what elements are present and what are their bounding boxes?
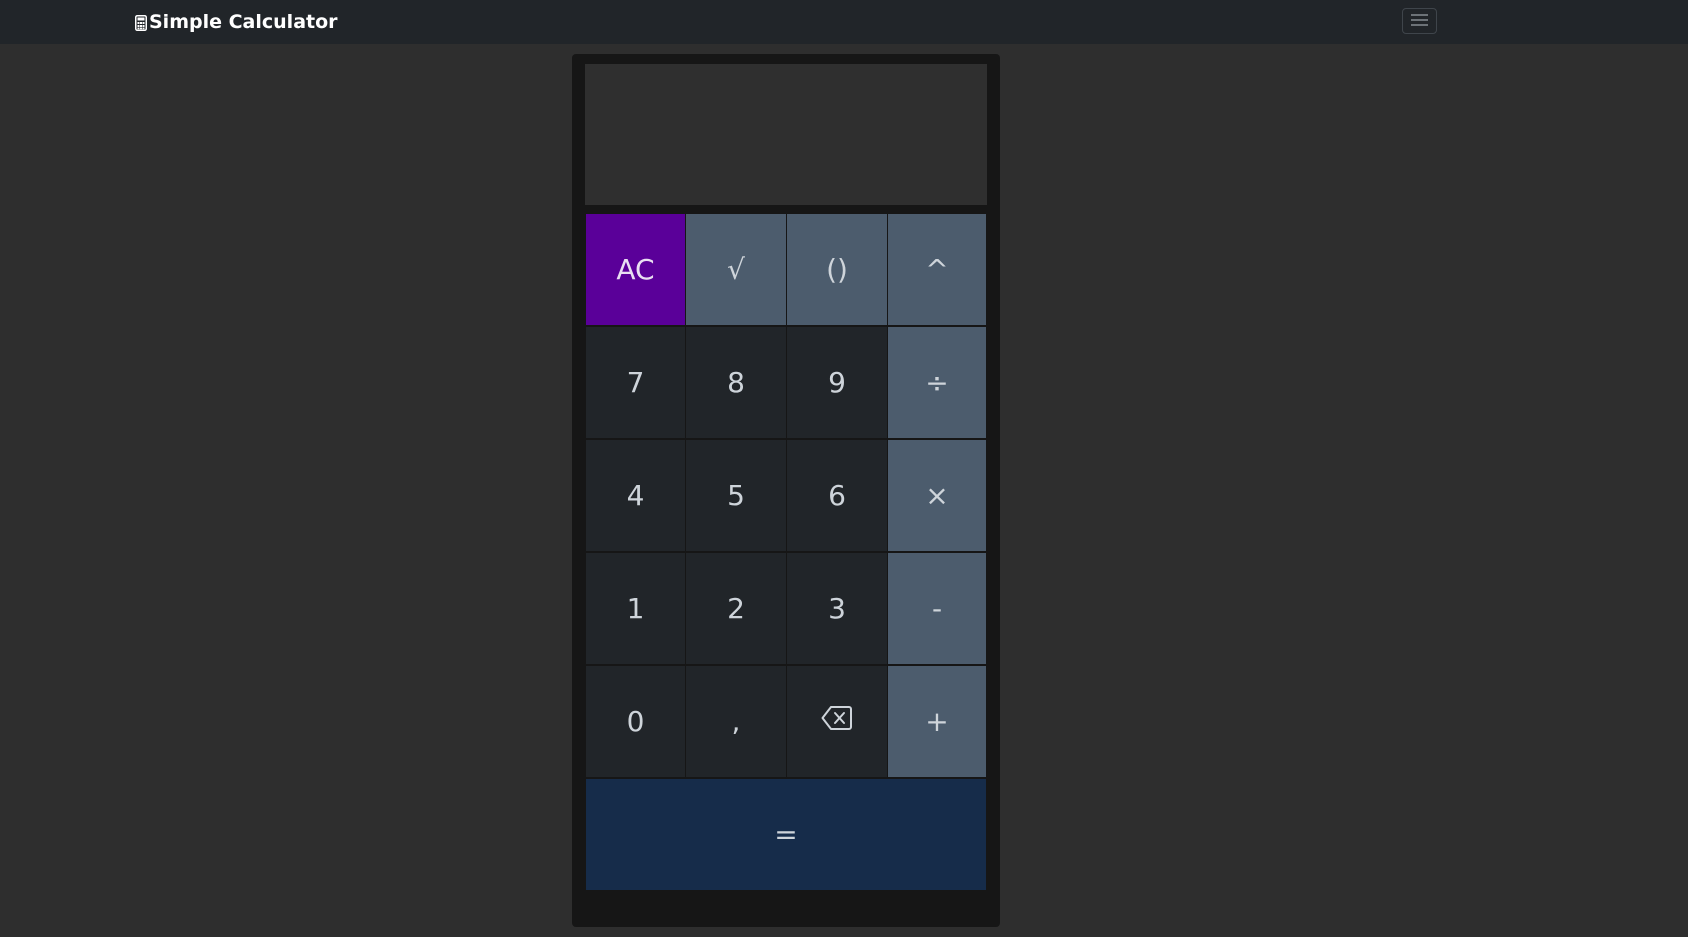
- equals-button[interactable]: =: [586, 779, 986, 890]
- plus-button[interactable]: +: [888, 666, 986, 777]
- brand-label: Simple Calculator: [149, 11, 338, 33]
- navbar-brand[interactable]: Simple Calculator: [135, 0, 338, 44]
- digit-6-button[interactable]: 6: [787, 440, 887, 551]
- parentheses-button[interactable]: (): [787, 214, 887, 325]
- digit-4-button[interactable]: 4: [586, 440, 685, 551]
- digit-8-button[interactable]: 8: [686, 327, 786, 438]
- digit-3-button[interactable]: 3: [787, 553, 887, 664]
- backspace-icon: [821, 704, 853, 739]
- digit-9-button[interactable]: 9: [787, 327, 887, 438]
- sqrt-button[interactable]: √: [686, 214, 786, 325]
- digit-0-button[interactable]: 0: [586, 666, 685, 777]
- calculator-display: [585, 64, 987, 205]
- comma-button[interactable]: ,: [686, 666, 786, 777]
- navbar: Simple Calculator: [0, 0, 1688, 44]
- digit-2-button[interactable]: 2: [686, 553, 786, 664]
- digit-1-button[interactable]: 1: [586, 553, 685, 664]
- divide-button[interactable]: ÷: [888, 327, 986, 438]
- digit-7-button[interactable]: 7: [586, 327, 685, 438]
- power-button[interactable]: ^: [888, 214, 986, 325]
- hamburger-menu-icon: [1411, 13, 1428, 29]
- digit-5-button[interactable]: 5: [686, 440, 786, 551]
- calculator-keypad: AC √ () ^ 7 8 9 ÷ 4 5 6 × 1 2 3 - 0 , + …: [586, 214, 987, 890]
- multiply-button[interactable]: ×: [888, 440, 986, 551]
- backspace-button[interactable]: [787, 666, 887, 777]
- navbar-toggler-button[interactable]: [1402, 8, 1437, 34]
- calculator: AC √ () ^ 7 8 9 ÷ 4 5 6 × 1 2 3 - 0 , + …: [572, 54, 1000, 927]
- clear-button[interactable]: AC: [586, 214, 685, 325]
- minus-button[interactable]: -: [888, 553, 986, 664]
- calculator-icon: [135, 14, 147, 31]
